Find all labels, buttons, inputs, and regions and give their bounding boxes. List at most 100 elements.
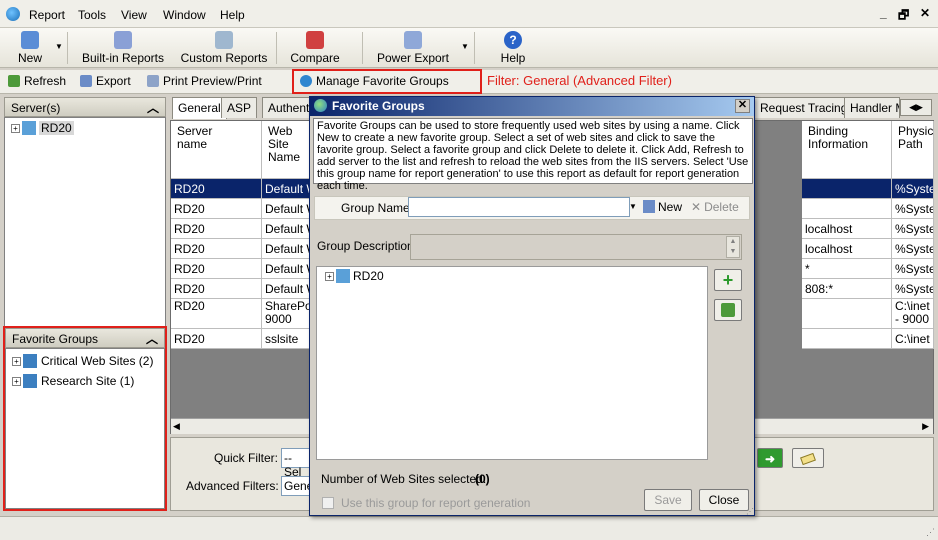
tab-asp[interactable]: ASP: [221, 97, 258, 118]
restore-button[interactable]: 🗗: [898, 6, 909, 27]
column-header-binding[interactable]: Binding Information: [802, 121, 892, 179]
grid-cell-path[interactable]: %Syste: [892, 279, 934, 299]
grid-cell-binding[interactable]: localhost: [802, 239, 892, 259]
group-name-combobox[interactable]: [408, 197, 630, 217]
dialog-close-icon[interactable]: ✕: [735, 99, 750, 113]
save-button[interactable]: Save: [644, 489, 692, 511]
new-button[interactable]: New: [10, 28, 50, 68]
expand-icon[interactable]: +: [12, 357, 21, 366]
collapse-icon[interactable]: ︿: [147, 99, 159, 116]
grid-cell-path[interactable]: %Syste: [892, 179, 934, 199]
tab-handler-mappings[interactable]: Handler M: [844, 97, 900, 118]
grid-cell-site[interactable]: sslsite: [262, 329, 312, 349]
refresh-button[interactable]: Refresh: [8, 74, 66, 88]
favorite-groups-dialog: Favorite Groups ✕ Favorite Groups can be…: [309, 96, 755, 516]
menu-window[interactable]: Window: [163, 8, 206, 22]
new-dropdown-arrow[interactable]: ▼: [55, 42, 63, 51]
grid-cell-binding[interactable]: *: [802, 259, 892, 279]
grid-cell-server[interactable]: RD20: [171, 279, 262, 299]
new-group-button[interactable]: New: [643, 200, 682, 214]
grid-cell-path[interactable]: %Syste: [892, 219, 934, 239]
menu-tools[interactable]: Tools: [78, 8, 106, 22]
tab-request-tracing[interactable]: Request Tracing: [754, 97, 854, 118]
export-button[interactable]: Export: [80, 74, 131, 88]
tab-general[interactable]: General: [172, 97, 227, 119]
servers-panel-header: Server(s) ︿: [4, 97, 166, 117]
separator: [67, 32, 68, 64]
column-header-site[interactable]: Web Site Name: [262, 121, 312, 179]
close-button[interactable]: ✕: [920, 6, 930, 20]
add-server-button[interactable]: +: [714, 269, 742, 291]
expand-icon[interactable]: +: [325, 272, 334, 281]
arrow-right-icon: ➜: [764, 452, 776, 466]
collapse-icon[interactable]: ︿: [146, 330, 158, 347]
favorite-group-icon: [23, 354, 37, 368]
grid-cell-site[interactable]: Default W: [262, 179, 312, 199]
grid-cell-server[interactable]: RD20: [171, 239, 262, 259]
grid-cell-server[interactable]: RD20: [171, 259, 262, 279]
column-header-path[interactable]: Physic Path: [892, 121, 934, 179]
close-dialog-button[interactable]: Close: [699, 489, 749, 511]
scroll-right-icon[interactable]: ▶: [922, 421, 929, 432]
grid-cell-path[interactable]: C:\inet - 9000: [892, 299, 934, 329]
expand-icon[interactable]: +: [11, 124, 20, 133]
print-preview-button[interactable]: Print Preview/Print: [147, 74, 262, 88]
grid-cell-site[interactable]: Default W: [262, 279, 312, 299]
tree-item-server[interactable]: + RD20: [11, 121, 74, 135]
grid-cell-binding[interactable]: localhost: [802, 219, 892, 239]
use-group-checkbox[interactable]: [322, 497, 334, 509]
resize-grip-icon[interactable]: ⋰: [926, 527, 935, 538]
tree-item-favorite[interactable]: + Research Site (1): [12, 374, 134, 388]
apply-filter-button[interactable]: ➜: [757, 448, 783, 468]
manage-favorite-groups-button[interactable]: Manage Favorite Groups: [300, 74, 449, 88]
grid-cell-binding[interactable]: [802, 329, 892, 349]
tree-item-server[interactable]: + RD20: [325, 269, 384, 283]
menu-help[interactable]: Help: [220, 8, 245, 22]
grid-cell-binding[interactable]: [802, 199, 892, 219]
column-header-server[interactable]: Server name: [171, 121, 262, 179]
power-export-button[interactable]: Power Export: [372, 28, 454, 68]
menu-view[interactable]: View: [121, 8, 147, 22]
grid-cell-site[interactable]: SharePoi 9000: [262, 299, 312, 329]
grid-cell-site[interactable]: Default W: [262, 239, 312, 259]
grid-cell-site[interactable]: Default W: [262, 219, 312, 239]
grid-cell-binding[interactable]: 808:*: [802, 279, 892, 299]
grid-cell-server[interactable]: RD20: [171, 219, 262, 239]
help-button[interactable]: ? Help: [496, 28, 530, 68]
group-description-field[interactable]: [410, 234, 742, 260]
minimize-button[interactable]: _: [880, 6, 887, 20]
tab-scroll-arrows[interactable]: ◀▶: [900, 99, 932, 116]
builtin-reports-button[interactable]: Built-in Reports: [78, 28, 168, 68]
dialog-titlebar[interactable]: Favorite Groups ✕: [310, 97, 754, 116]
quick-filter-select[interactable]: --Sel: [281, 448, 311, 479]
grid-cell-server[interactable]: RD20: [171, 329, 262, 349]
resize-grip-icon[interactable]: ⋰: [746, 507, 754, 516]
eraser-icon: [800, 452, 816, 466]
power-export-dropdown-arrow[interactable]: ▼: [461, 42, 469, 51]
grid-cell-path[interactable]: %Syste: [892, 259, 934, 279]
grid-cell-server[interactable]: RD20: [171, 179, 262, 199]
grid-cell-path[interactable]: %Syste: [892, 239, 934, 259]
clear-filter-button[interactable]: [792, 448, 824, 468]
grid-cell-server[interactable]: RD20: [171, 199, 262, 219]
grid-cell-path[interactable]: C:\inet: [892, 329, 934, 349]
advanced-filters-label: Advanced Filters:: [186, 479, 279, 493]
expand-icon[interactable]: +: [12, 377, 21, 386]
grid-cell-site[interactable]: Default W: [262, 259, 312, 279]
custom-reports-button[interactable]: Custom Reports: [178, 28, 270, 68]
tree-item-favorite[interactable]: + Critical Web Sites (2): [12, 354, 153, 368]
menu-report[interactable]: Report: [29, 8, 65, 22]
delete-group-button[interactable]: ✕ Delete: [691, 200, 739, 214]
status-bar: ⋰: [0, 516, 938, 540]
grid-cell-server[interactable]: RD20: [171, 299, 262, 329]
refresh-servers-button[interactable]: [714, 299, 742, 321]
chevron-down-icon[interactable]: ▼: [629, 198, 639, 216]
advanced-filters-select[interactable]: Gene: [281, 476, 313, 496]
description-scroll-arrows[interactable]: ▲ ▼: [726, 236, 740, 258]
compare-button[interactable]: Compare: [286, 28, 344, 68]
scroll-left-icon[interactable]: ◀: [173, 421, 180, 432]
grid-cell-binding[interactable]: [802, 179, 892, 199]
grid-cell-site[interactable]: Default W: [262, 199, 312, 219]
grid-cell-path[interactable]: %Syste: [892, 199, 934, 219]
grid-cell-binding[interactable]: [802, 299, 892, 329]
